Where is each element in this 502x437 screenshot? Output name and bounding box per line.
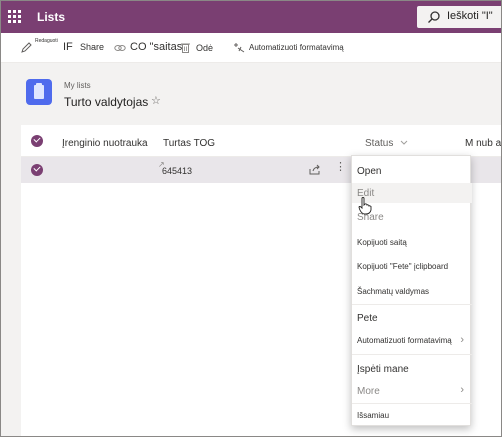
delete-label: Odė (196, 43, 214, 53)
copy-link-label: CO "saitas (130, 41, 183, 53)
column-header-extra[interactable]: M nub ac (465, 138, 501, 149)
pencil-icon (21, 42, 32, 53)
app-window: Lists Ieškoti "I" Redaguoti IF Share CO … (0, 0, 502, 437)
list-icon (26, 79, 52, 105)
link-icon (114, 45, 126, 51)
command-bar: Redaguoti IF Share CO "saitas Odė Automa… (1, 33, 501, 63)
context-menu: Open Edit Share Kopijuoti saitą Kopijuot… (351, 155, 472, 426)
menu-item-automate[interactable]: Automatizuoti formatavimą › (352, 331, 472, 351)
column-header-photo[interactable]: Įrenginio nuotrauka (62, 138, 148, 149)
column-header-status[interactable]: Status (365, 138, 408, 149)
more-options-icon[interactable]: ⋮ (335, 162, 346, 173)
menu-item-details[interactable]: Išsamiau (352, 406, 472, 426)
app-title[interactable]: Lists (37, 10, 65, 24)
app-launcher-icon[interactable] (8, 10, 22, 24)
automate-label: Automatizuoti formatavimą (249, 43, 344, 52)
breadcrumb[interactable]: My lists (64, 81, 91, 90)
menu-separator (352, 354, 472, 355)
menu-separator (352, 304, 472, 305)
search-placeholder: Ieškoti "I" (447, 10, 493, 22)
automate-icon (234, 43, 245, 53)
menu-item-copy-field[interactable]: Kopijuoti "Fete" įclipboard (352, 257, 472, 277)
search-icon (428, 11, 440, 23)
column-header-asset[interactable]: Turtas TOG (163, 138, 215, 149)
page-title: Turto valdytojas (64, 95, 149, 109)
menu-item-manage[interactable]: Šachmatų valdymas (352, 282, 472, 302)
menu-item-alert[interactable]: Įspėti mane (352, 359, 472, 379)
favorite-star-icon[interactable]: ☆ (151, 94, 161, 107)
menu-item-copy-link[interactable]: Kopijuoti saitą (352, 233, 472, 253)
search-box[interactable]: Ieškoti "I" (417, 6, 501, 28)
menu-item-more[interactable]: More › (352, 381, 472, 401)
menu-item-flow[interactable]: Pete (352, 308, 472, 328)
menu-separator (352, 403, 472, 404)
share-label: Share (80, 42, 105, 52)
suite-bar: Lists Ieškoti "I" (1, 1, 501, 33)
trash-icon (181, 43, 190, 53)
edit-label: IF (63, 41, 73, 53)
column-header-row: Įrenginio nuotrauka Turtas TOG Status M … (21, 125, 501, 157)
chevron-right-icon: › (460, 384, 464, 396)
chevron-down-icon (400, 141, 408, 146)
row-check-icon[interactable] (31, 164, 43, 176)
row-asset-value[interactable]: 645413 (162, 166, 192, 176)
edit-superscript: Redaguoti (35, 38, 58, 44)
hand-cursor-icon (358, 197, 372, 215)
select-all-check-icon[interactable] (31, 135, 43, 147)
chevron-right-icon: › (460, 334, 464, 346)
share-icon[interactable] (309, 164, 321, 175)
menu-item-open[interactable]: Open (352, 161, 472, 181)
column-header-status-label: Status (365, 138, 394, 149)
